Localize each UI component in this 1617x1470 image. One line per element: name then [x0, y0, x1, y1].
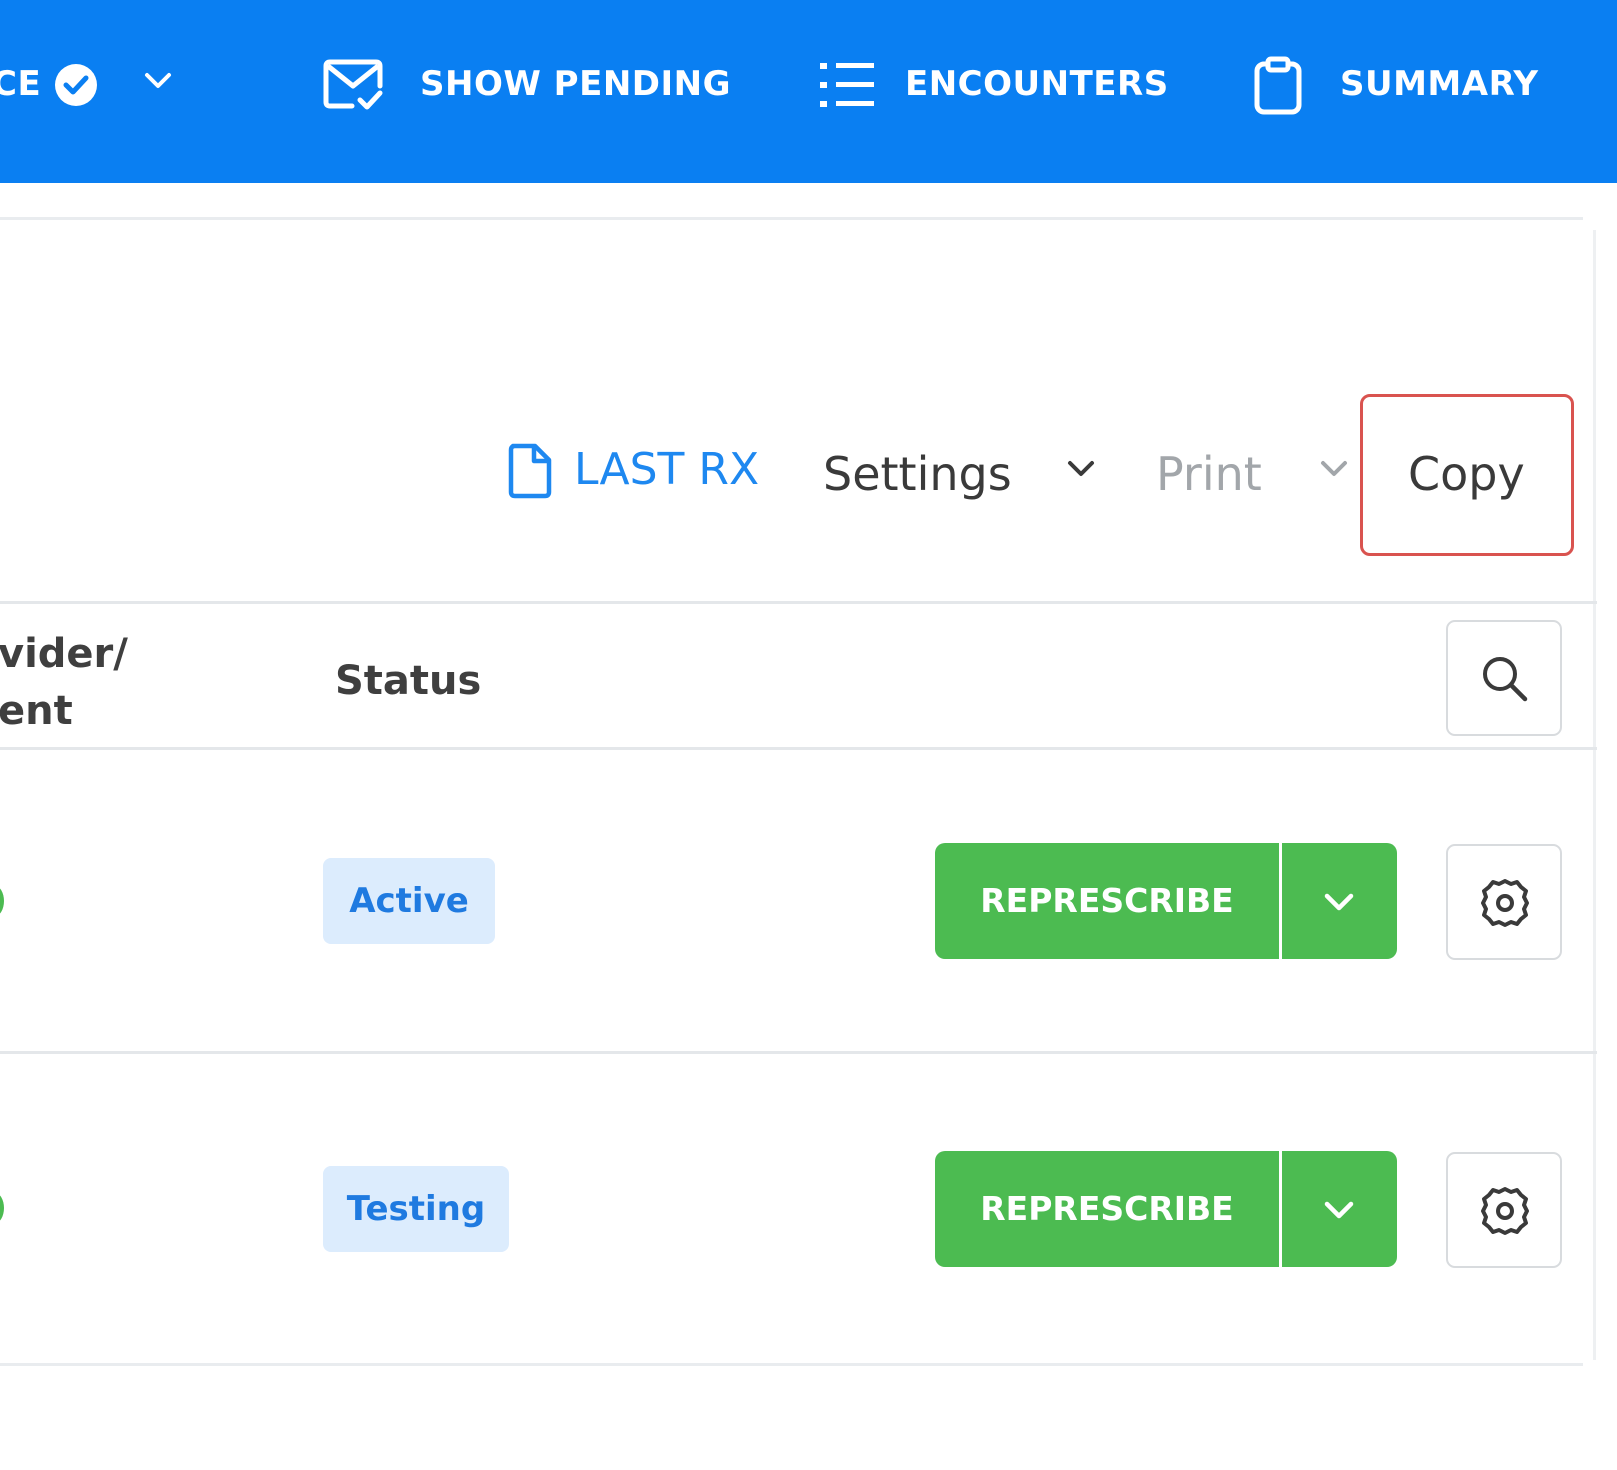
- table-header-border: [0, 747, 1597, 750]
- settings-label: Settings: [823, 447, 1012, 501]
- represcribe-options-button[interactable]: [1279, 1151, 1397, 1267]
- card-bottom-border: [0, 1363, 1583, 1366]
- status-header: Status: [335, 658, 482, 704]
- row-divider: [0, 1051, 1597, 1054]
- check-circle-icon: [55, 64, 97, 106]
- summary-label: SUMMARY: [1340, 64, 1539, 104]
- chevron-down-icon: [1068, 461, 1094, 476]
- status-badge: Testing: [323, 1166, 509, 1252]
- status-badge: Active: [323, 858, 495, 944]
- represcribe-button[interactable]: REPRESCRIBE: [935, 843, 1279, 959]
- gear-icon: [1481, 879, 1529, 927]
- row-settings-button[interactable]: [1446, 1152, 1562, 1268]
- provider-header-line1: vider/: [0, 631, 128, 677]
- list-icon: [820, 63, 874, 107]
- copy-button[interactable]: Copy: [1408, 447, 1525, 501]
- search-icon: [1483, 657, 1528, 702]
- chevron-down-icon[interactable]: [143, 70, 173, 92]
- provider-header-line2: ent: [0, 688, 73, 734]
- clipboard-icon: [1254, 56, 1302, 115]
- mail-check-icon: [323, 59, 383, 110]
- file-icon: [508, 443, 552, 499]
- chevron-down-icon: [1324, 1201, 1354, 1219]
- status-dot: [0, 1193, 4, 1223]
- row-settings-button[interactable]: [1446, 844, 1562, 960]
- gear-icon: [1481, 1187, 1529, 1235]
- show-pending-label: SHOW PENDING: [420, 64, 732, 104]
- print-label: Print: [1156, 447, 1262, 501]
- card-top-border: [0, 217, 1583, 220]
- chevron-down-icon: [1324, 893, 1354, 911]
- last-rx-label: LAST RX: [574, 444, 760, 495]
- nav-partial-label[interactable]: CE: [0, 64, 41, 104]
- card-right-border: [1593, 230, 1596, 1360]
- status-dot: [0, 886, 4, 916]
- table-top-border: [0, 601, 1597, 604]
- top-navigation-bar: CE SHOW PENDING ENCOUNTERS SUMMARY: [0, 0, 1617, 183]
- represcribe-options-button[interactable]: [1279, 843, 1397, 959]
- encounters-label: ENCOUNTERS: [905, 64, 1169, 104]
- represcribe-button[interactable]: REPRESCRIBE: [935, 1151, 1279, 1267]
- chevron-down-icon: [1321, 461, 1347, 476]
- search-button[interactable]: [1446, 620, 1562, 736]
